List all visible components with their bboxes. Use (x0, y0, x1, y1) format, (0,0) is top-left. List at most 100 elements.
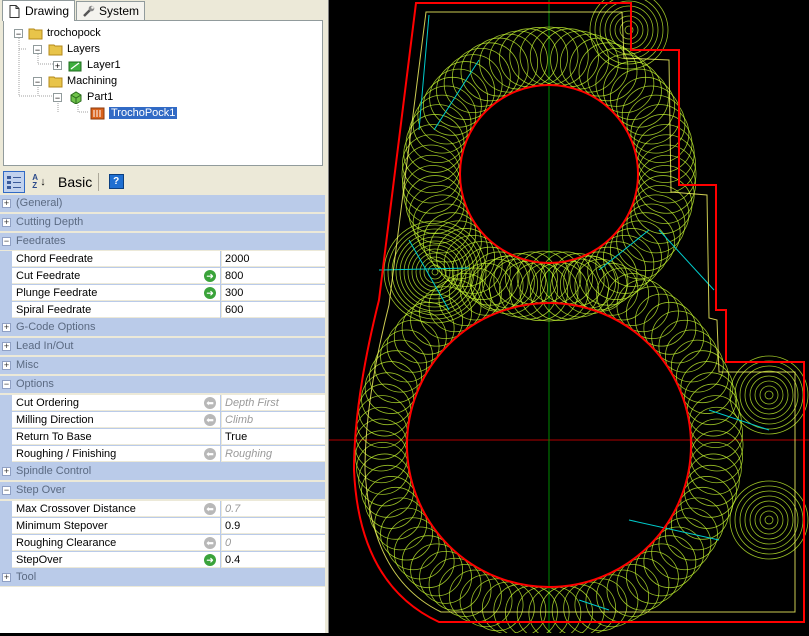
prop-roughing-finishing[interactable]: Roughing / Finishing ⬅ Roughing (0, 446, 325, 463)
category-feedrates[interactable]: − Feedrates (0, 233, 325, 250)
collapse-icon[interactable]: − (2, 237, 11, 246)
left-panel: Drawing System − trochopock − Layers + L… (0, 0, 325, 633)
prop-name: Roughing Clearance (12, 535, 220, 551)
category-general[interactable]: + (General) (0, 195, 325, 212)
sort-az-icon: AZ (32, 172, 39, 190)
tree-expander-layers[interactable]: − (33, 45, 42, 55)
category-label: Tool (16, 571, 37, 583)
tab-strip: Drawing System (0, 0, 325, 21)
prop-cut-ordering[interactable]: Cut Ordering ⬅ Depth First (0, 395, 325, 412)
property-toolbar: AZ ↓ Basic ? (0, 168, 325, 195)
tree-node-layers[interactable]: Layers (48, 41, 100, 57)
categorized-button[interactable] (3, 170, 25, 193)
folder-open-icon (48, 76, 63, 87)
link-back-icon[interactable]: ⬅ (204, 414, 216, 426)
tree-node-machining[interactable]: Machining (48, 73, 117, 89)
category-label: Spindle Control (16, 465, 92, 477)
tree-node-root[interactable]: trochopock (28, 25, 101, 41)
category-label: Options (16, 378, 54, 390)
prop-min-stepover[interactable]: Minimum Stepover 0.9 (0, 518, 325, 535)
collapse-icon[interactable]: − (2, 486, 11, 495)
tab-drawing[interactable]: Drawing (2, 0, 76, 21)
category-lead-in-out[interactable]: + Lead In/Out (0, 338, 325, 355)
prop-plunge-feedrate[interactable]: Plunge Feedrate ➜ 300 (0, 285, 325, 302)
sort-button[interactable]: AZ ↓ (28, 171, 50, 193)
expand-icon[interactable]: + (2, 467, 11, 476)
grid-empty-area (0, 587, 325, 633)
tree-root-label: trochopock (47, 27, 101, 39)
link-back-icon[interactable]: ⬅ (204, 537, 216, 549)
expand-icon[interactable]: + (2, 218, 11, 227)
category-tool[interactable]: + Tool (0, 569, 325, 586)
tree-part1-label: Part1 (87, 91, 114, 103)
tree-node-part1[interactable]: Part1 (68, 89, 113, 105)
prop-value[interactable]: 0.7 (221, 501, 325, 517)
expand-icon[interactable]: + (2, 573, 11, 582)
prop-value[interactable]: Climb (221, 412, 325, 428)
wrench-icon (83, 5, 95, 17)
prop-value[interactable]: 2000 (221, 251, 325, 267)
tree-expander-root[interactable]: − (14, 29, 23, 39)
link-arrow-icon[interactable]: ➜ (204, 270, 216, 282)
prop-value[interactable]: 300 (221, 285, 325, 301)
prop-spiral-feedrate[interactable]: Spiral Feedrate 600 (0, 302, 325, 319)
expand-icon[interactable]: + (2, 342, 11, 351)
expand-icon[interactable]: + (2, 361, 11, 370)
category-label: Feedrates (16, 235, 66, 247)
prop-value[interactable]: 0.9 (221, 518, 325, 534)
tree-expander-part1[interactable]: − (53, 93, 62, 103)
cad-viewport[interactable] (329, 0, 809, 636)
prop-value[interactable]: 600 (221, 302, 325, 318)
prop-value[interactable]: 800 (221, 268, 325, 284)
category-cutting-depth[interactable]: + Cutting Depth (0, 214, 325, 231)
link-back-icon[interactable]: ⬅ (204, 397, 216, 409)
folder-open-icon (48, 44, 63, 55)
prop-cut-feedrate[interactable]: Cut Feedrate ➜ 800 (0, 268, 325, 285)
toolbar-separator (98, 172, 100, 191)
link-arrow-icon[interactable]: ➜ (204, 554, 216, 566)
prop-name: Cut Ordering (12, 395, 220, 411)
prop-chord-feedrate[interactable]: Chord Feedrate 2000 (0, 251, 325, 268)
prop-value[interactable]: Depth First (221, 395, 325, 411)
part-cube-icon (70, 90, 82, 104)
link-back-icon[interactable]: ⬅ (204, 448, 216, 460)
expand-icon[interactable]: + (2, 199, 11, 208)
category-label: Misc (16, 359, 39, 371)
prop-roughing-clearance[interactable]: Roughing Clearance ⬅ 0 (0, 535, 325, 552)
tree-node-layer1[interactable]: Layer1 (68, 57, 121, 73)
category-label: Cutting Depth (16, 216, 84, 228)
prop-max-crossover[interactable]: Max Crossover Distance ⬅ 0.7 (0, 501, 325, 518)
tree-machining-label: Machining (67, 75, 118, 87)
link-back-icon[interactable]: ⬅ (204, 503, 216, 515)
category-gcode-options[interactable]: + G-Code Options (0, 319, 325, 336)
mode-label[interactable]: Basic (58, 174, 92, 190)
category-step-over[interactable]: − Step Over (0, 482, 325, 499)
prop-return-to-base[interactable]: Return To Base True (0, 429, 325, 446)
category-spindle-control[interactable]: + Spindle Control (0, 463, 325, 480)
tree-operation-label: TrochoPock1 (109, 107, 178, 119)
link-arrow-icon[interactable]: ➜ (204, 287, 216, 299)
tab-system[interactable]: System (76, 1, 146, 20)
toolpath-drawing[interactable] (329, 0, 809, 636)
prop-name: StepOver (12, 552, 220, 568)
prop-value[interactable]: True (221, 429, 325, 445)
prop-value[interactable]: 0 (221, 535, 325, 551)
project-tree: − trochopock − Layers + Layer1 − Machini… (3, 20, 323, 166)
tree-node-operation[interactable]: TrochoPock1 (90, 105, 178, 121)
prop-name: Plunge Feedrate (12, 285, 220, 301)
collapse-icon[interactable]: − (2, 380, 11, 389)
expand-icon[interactable]: + (2, 323, 11, 332)
category-misc[interactable]: + Misc (0, 357, 325, 374)
prop-stepover[interactable]: StepOver ➜ 0.4 (0, 552, 325, 569)
prop-milling-direction[interactable]: Milling Direction ⬅ Climb (0, 412, 325, 429)
help-button[interactable]: ? (105, 171, 127, 193)
layer-icon (68, 61, 82, 71)
prop-value[interactable]: Roughing (221, 446, 325, 462)
prop-value[interactable]: 0.4 (221, 552, 325, 568)
category-options[interactable]: − Options (0, 376, 325, 393)
tree-layers-label: Layers (67, 43, 101, 55)
prop-name: Return To Base (12, 429, 220, 445)
category-label: Step Over (16, 484, 66, 496)
tree-expander-machining[interactable]: − (33, 77, 42, 87)
tree-expander-layer1[interactable]: + (53, 61, 62, 71)
